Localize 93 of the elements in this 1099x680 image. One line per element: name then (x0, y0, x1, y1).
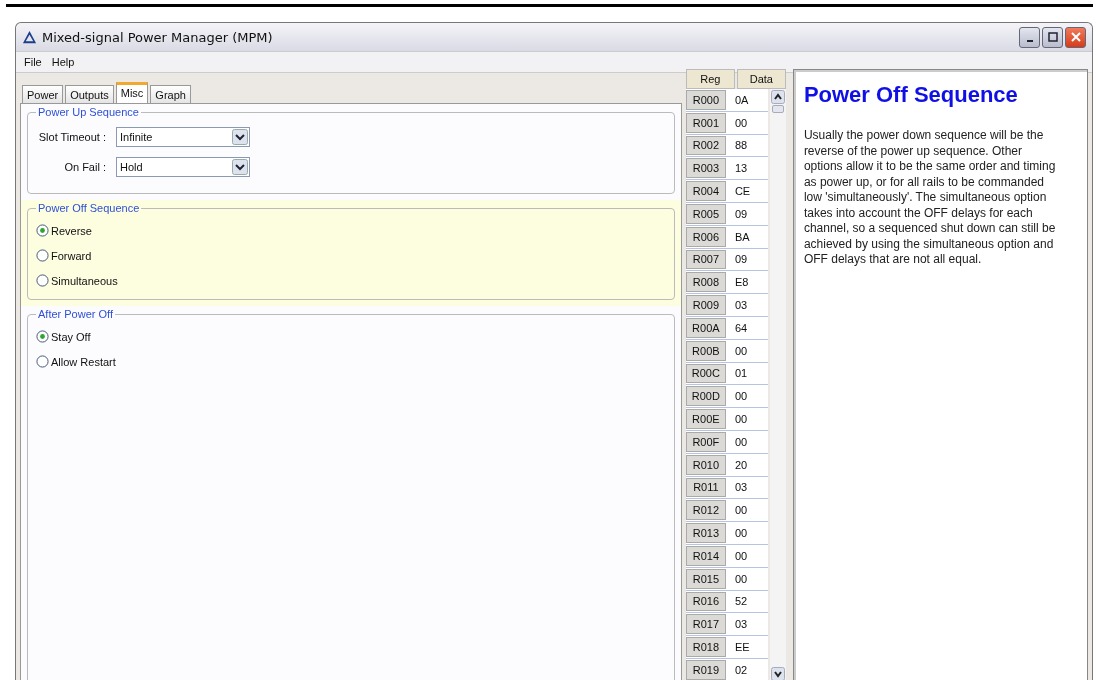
table-cell-text: 0A (733, 92, 750, 108)
radio-label: Stay Off (51, 330, 91, 343)
scroll-thumb[interactable] (771, 105, 784, 113)
table-cell-text: 03 (733, 298, 749, 314)
table-cell-text: 01 (733, 366, 749, 382)
register-button[interactable]: R015 (685, 568, 726, 589)
close-button[interactable] (1065, 26, 1086, 48)
tab[interactable]: Outputs (65, 85, 114, 103)
register-button[interactable]: R008 (685, 272, 726, 293)
register-button[interactable]: R010 (685, 454, 726, 475)
column-header: Reg (685, 69, 735, 89)
table-cell-text: 00 (733, 412, 749, 428)
radio-button[interactable] (36, 249, 49, 262)
triangle-logo-icon (22, 29, 37, 45)
register-button[interactable]: R000 (685, 90, 726, 110)
minimize-button[interactable] (1019, 26, 1040, 48)
tab[interactable]: Misc (115, 82, 149, 103)
chevron-down-icon (232, 159, 248, 175)
field-label: Slot Timeout : (37, 131, 106, 143)
table-cell-text: CE (733, 184, 752, 200)
register-button[interactable]: R019 (685, 659, 726, 680)
register-button[interactable]: R005 (685, 204, 726, 224)
register-button[interactable]: R003 (685, 158, 726, 179)
table-cell-text: 00 (733, 548, 749, 564)
table-cell-text: 64 (733, 320, 749, 336)
register-button[interactable]: R00F (685, 431, 726, 452)
field-label: On Fail : (63, 161, 106, 173)
table-cell-text: 00 (733, 434, 749, 450)
register-button[interactable]: R011 (685, 477, 726, 498)
minimize-icon (1026, 40, 1033, 42)
table-cell-text: 09 (733, 252, 749, 268)
register-button[interactable]: R004 (685, 181, 726, 201)
register-button[interactable]: R002 (685, 135, 726, 156)
register-button[interactable]: R006 (685, 226, 726, 247)
table-cell-text: 00 (733, 503, 749, 519)
register-button[interactable]: R018 (685, 637, 726, 657)
table-cell-text: 00 (733, 526, 749, 542)
table-cell-text: 00 (733, 115, 749, 131)
table-cell-text: 00 (733, 389, 749, 405)
register-button[interactable]: R009 (685, 295, 726, 315)
scrollbar[interactable] (769, 89, 786, 680)
table-cell-text: EE (733, 640, 751, 655)
table-cell-text: BA (733, 229, 751, 245)
radio-label: Simultaneous (51, 274, 118, 287)
radio-button[interactable] (36, 355, 49, 368)
radio-button[interactable] (36, 224, 49, 237)
scroll-up-icon[interactable] (770, 90, 785, 104)
table-cell-text: 00 (733, 571, 749, 587)
maximize-button[interactable] (1042, 26, 1063, 48)
register-button[interactable]: R00C (685, 363, 726, 384)
dropdown[interactable]: Infinite (116, 127, 250, 147)
register-button[interactable]: R00E (685, 409, 726, 429)
help-title: Power Off Sequence (803, 82, 1019, 108)
close-icon (1070, 32, 1081, 42)
column-header: Data (736, 69, 786, 89)
tab[interactable]: Graph (150, 85, 191, 103)
group-title: After Power Off (37, 308, 114, 320)
radio-button[interactable] (36, 274, 49, 287)
register-button[interactable]: R001 (685, 112, 726, 133)
radio-button[interactable] (36, 330, 49, 343)
radio-label: Forward (51, 249, 92, 262)
register-button[interactable]: R016 (685, 591, 726, 612)
table-cell-text: 52 (733, 594, 749, 610)
register-button[interactable]: R00D (685, 386, 726, 407)
table-cell-text: 20 (733, 457, 749, 473)
menu-item[interactable]: Help (51, 56, 75, 68)
register-button[interactable]: R014 (685, 545, 726, 566)
table-cell-text: 03 (733, 480, 749, 496)
maximize-icon (1047, 32, 1058, 42)
table-cell-text: 13 (733, 161, 749, 177)
table-cell-text: 03 (733, 617, 749, 633)
table-cell-text: 88 (733, 138, 749, 154)
scroll-down-icon[interactable] (770, 667, 785, 680)
help-text: Usually the power down sequence will be the reverse of the power up sequence. Other options allow it to be the same order and timing as power up, or for all rails to be commanded low 'simultaneously'. The simultaneous option takes into account the OFF delays for each channel, so a sequenced shut down can still be achieved by using the simultaneous option and OFF delays that are not all equal. (803, 128, 1057, 268)
chevron-down-icon (232, 129, 248, 145)
menu-item[interactable]: File (24, 56, 42, 68)
register-button[interactable]: R017 (685, 614, 726, 635)
register-button[interactable]: R00B (685, 340, 726, 361)
table-cell-text: 09 (733, 206, 749, 222)
register-button[interactable]: R012 (685, 500, 726, 521)
register-button[interactable]: R00A (685, 317, 726, 338)
group-title: Power Off Sequence (37, 202, 141, 214)
register-button[interactable]: R013 (685, 523, 726, 543)
register-button[interactable]: R007 (685, 249, 726, 270)
table-cell-text: 02 (733, 662, 749, 678)
dropdown[interactable]: Hold (116, 157, 250, 177)
window-title: Mixed-signal Power Manager (MPM) (42, 29, 273, 45)
table-cell-text: 00 (733, 343, 749, 359)
radio-label: Reverse (51, 224, 92, 237)
group-title: Power Up Sequence (37, 106, 140, 118)
radio-label: Allow Restart (51, 355, 116, 368)
table-cell-text: E8 (733, 275, 750, 291)
tab[interactable]: Power (22, 85, 64, 103)
